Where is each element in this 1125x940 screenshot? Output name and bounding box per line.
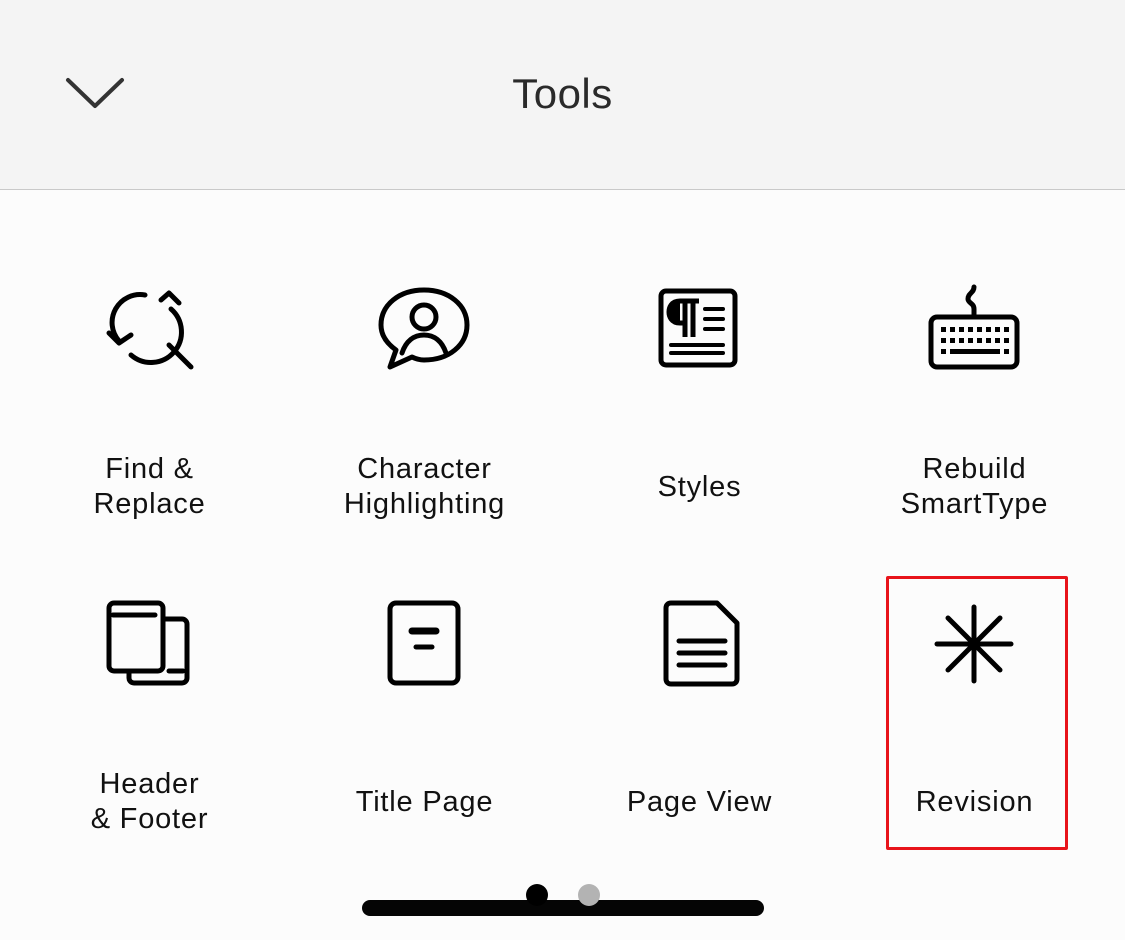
tool-character-highlighting[interactable]: Character Highlighting — [287, 275, 562, 535]
tool-label: Styles — [657, 471, 742, 503]
page-title: Tools — [512, 70, 613, 117]
tools-header: Tools — [0, 0, 1125, 190]
page-view-icon — [663, 600, 740, 687]
tool-header-footer[interactable]: Header & Footer — [12, 595, 287, 840]
page-dot-2[interactable] — [578, 884, 600, 906]
tool-rebuild-smarttype[interactable]: Rebuild SmartType — [837, 275, 1112, 535]
header-footer-icon — [106, 600, 190, 686]
title-page-icon — [387, 600, 461, 686]
tools-panel: Tools Find & Replace Character Highlight… — [0, 0, 1125, 940]
page-dot-1[interactable] — [526, 884, 548, 906]
tool-label: Rebuild SmartType — [900, 453, 1049, 520]
horizontal-scrollbar[interactable] — [362, 900, 764, 916]
tool-styles[interactable]: Styles — [562, 275, 837, 535]
styles-icon — [658, 288, 738, 368]
tool-label: Header & Footer — [90, 768, 209, 835]
keyboard-icon — [928, 284, 1020, 370]
tool-label: Revision — [915, 786, 1034, 818]
find-replace-icon — [106, 290, 194, 370]
tool-page-view[interactable]: Page View — [562, 595, 837, 840]
tool-label: Find & Replace — [93, 453, 206, 520]
character-highlighting-icon — [378, 287, 470, 370]
tool-title-page[interactable]: Title Page — [287, 595, 562, 840]
tool-find-replace[interactable]: Find & Replace — [12, 275, 287, 535]
tool-label: Page View — [626, 786, 773, 818]
tool-label: Character Highlighting — [343, 453, 506, 520]
asterisk-icon — [934, 604, 1014, 684]
tool-revision[interactable]: Revision — [837, 595, 1112, 840]
tool-label: Title Page — [355, 786, 494, 818]
